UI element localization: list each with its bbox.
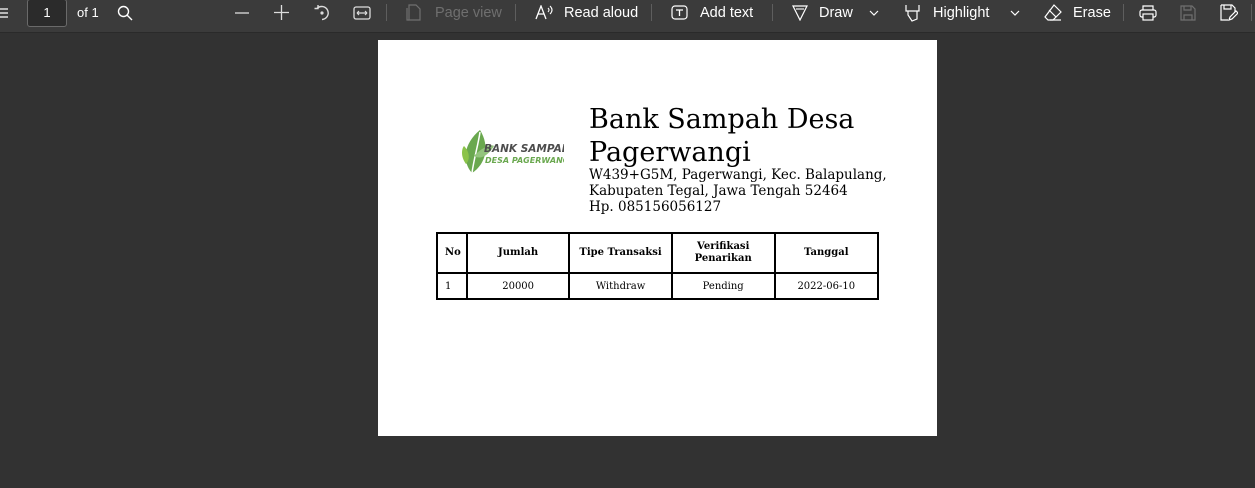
erase-button[interactable]: Erase <box>1044 0 1111 25</box>
table-cell: Withdraw <box>568 272 673 300</box>
svg-text:BANK SAMPAH: BANK SAMPAH <box>484 143 564 155</box>
toolbar-divider <box>772 4 773 21</box>
zoom-in-icon[interactable] <box>273 0 290 25</box>
column-header: No <box>436 232 468 274</box>
table-cell: Pending <box>670 272 776 300</box>
highlight-button[interactable]: Highlight <box>904 0 989 25</box>
read-aloud-button[interactable]: Read aloud <box>535 0 638 25</box>
toolbar-divider <box>1251 4 1252 21</box>
page-view-button[interactable]: Page view <box>406 0 502 25</box>
toolbar-divider <box>515 4 516 21</box>
table-row: 1 20000 Withdraw Pending 2022-06-10 <box>436 272 880 300</box>
eraser-icon <box>1044 4 1062 21</box>
rotate-icon[interactable] <box>313 0 331 25</box>
save-as-icon[interactable] <box>1220 0 1238 25</box>
document-title: Bank Sampah Desa Pagerwangi <box>589 104 855 168</box>
save-icon[interactable] <box>1180 0 1196 25</box>
page-view-icon <box>406 4 421 21</box>
document-address: W439+G5M, Pagerwangi, Kec. Balapulang, K… <box>589 167 929 215</box>
page-total-label: of 1 <box>77 5 99 20</box>
add-text-label: Add text <box>700 4 754 21</box>
address-line: Kabupaten Tegal, Jawa Tengah 52464 <box>589 183 848 199</box>
zoom-out-icon[interactable] <box>234 0 250 25</box>
search-icon[interactable] <box>117 0 133 25</box>
transaction-table: No Jumlah Tipe Transaksi Verifikasi Pena… <box>436 232 880 300</box>
pdf-toolbar: 1 of 1 Page view Read aloud Add text Dra… <box>0 0 1255 33</box>
page-number-input[interactable]: 1 <box>27 0 67 27</box>
add-text-button[interactable]: Add text <box>671 0 753 25</box>
highlight-label: Highlight <box>933 4 990 21</box>
column-header: Tanggal <box>773 232 880 274</box>
bank-sampah-logo: BANK SAMPAH DESA PAGERWANGI <box>460 126 572 182</box>
table-header-row: No Jumlah Tipe Transaksi Verifikasi Pena… <box>436 232 880 274</box>
page-view-label: Page view <box>435 4 502 21</box>
svg-text:DESA PAGERWANGI: DESA PAGERWANGI <box>485 156 564 165</box>
draw-icon <box>792 4 808 21</box>
draw-options-chevron-icon[interactable] <box>869 0 879 25</box>
draw-button[interactable]: Draw <box>792 0 853 25</box>
table-cell: 20000 <box>465 272 571 300</box>
table-cell: 1 <box>436 272 468 300</box>
menu-icon[interactable] <box>0 0 10 25</box>
address-line: W439+G5M, Pagerwangi, Kec. Balapulang, <box>589 167 887 183</box>
table-cell: 2022-06-10 <box>773 272 880 300</box>
column-header: Jumlah <box>465 232 571 274</box>
toolbar-divider <box>386 4 387 21</box>
read-aloud-icon <box>535 4 553 19</box>
highlight-icon <box>905 4 920 22</box>
phone-number: Hp. 085156056127 <box>589 199 722 215</box>
column-header: Verifikasi Penarikan <box>670 232 776 274</box>
add-text-icon <box>671 5 688 20</box>
read-aloud-label: Read aloud <box>564 4 639 21</box>
print-icon[interactable] <box>1139 0 1157 25</box>
highlight-options-chevron-icon[interactable] <box>1010 0 1020 25</box>
pdf-page: BANK SAMPAH DESA PAGERWANGI Bank Sampah … <box>378 40 937 436</box>
toolbar-divider <box>651 4 652 21</box>
column-header: Tipe Transaksi <box>568 232 673 274</box>
fit-to-width-icon[interactable] <box>353 0 371 25</box>
draw-label: Draw <box>819 4 853 21</box>
erase-label: Erase <box>1073 4 1111 21</box>
toolbar-divider <box>1123 4 1124 21</box>
